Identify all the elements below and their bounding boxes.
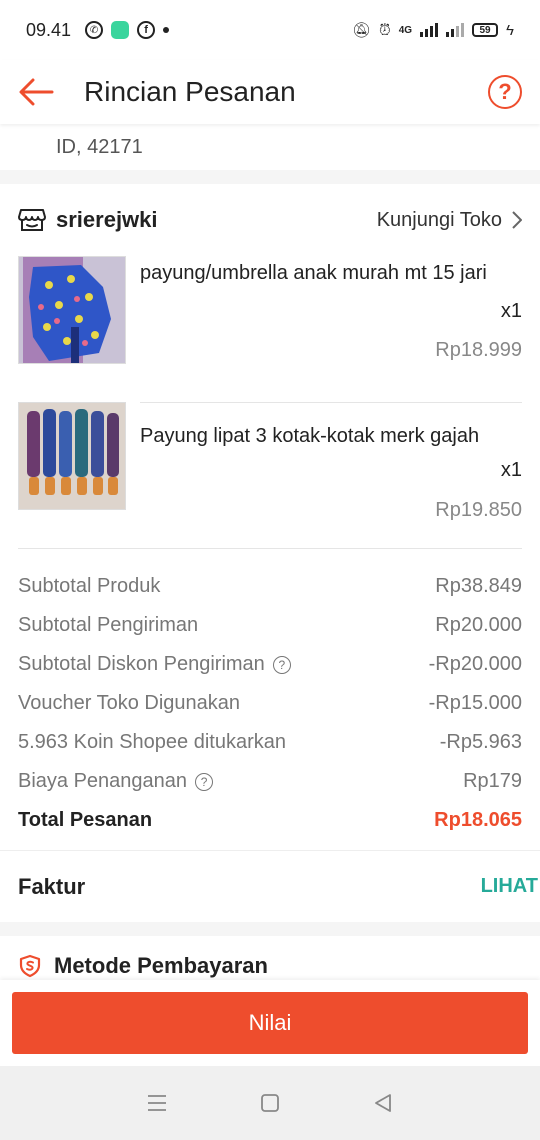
totals-row-value: -Rp5.963: [439, 731, 522, 753]
signal-2-icon: [446, 23, 465, 37]
info-question-icon[interactable]: ?: [195, 772, 214, 791]
app-header: Rincian Pesanan ?: [0, 60, 540, 124]
product-image: [18, 402, 126, 510]
chevron-right-icon: [512, 211, 522, 229]
product-item[interactable]: Payung lipat 3 kotak-kotak merk gajah x1…: [0, 402, 540, 548]
product-details: payung/umbrella anak murah mt 15 jari x1…: [140, 256, 522, 386]
product-details: Payung lipat 3 kotak-kotak merk gajah x1…: [140, 402, 522, 532]
shop-card: srierejwki Kunjungi Toko payung/umbrella…: [0, 184, 540, 850]
address-postal-line: ID, 42171: [56, 135, 143, 158]
mute-icon: 🔕︎: [351, 22, 371, 39]
order-total-value: Rp18.065: [434, 809, 522, 831]
page-title: Rincian Pesanan: [84, 76, 296, 107]
totals-row: Biaya Penanganan ? Rp179: [18, 762, 522, 801]
signal-icon: [420, 23, 439, 37]
system-back-button[interactable]: [363, 1083, 403, 1123]
order-total-label: Total Pesanan: [18, 809, 153, 831]
shop-name: srierejwki: [56, 207, 158, 232]
product-name: payung/umbrella anak murah mt 15 jari: [140, 262, 487, 284]
triangle-back-icon: [375, 1094, 392, 1112]
payment-method-section: Metode Pembayaran: [0, 936, 540, 980]
square-home-icon: [261, 1094, 279, 1112]
rate-button[interactable]: Nilai: [12, 992, 528, 1054]
status-bar: 09.41 ✆ f 🔕︎ ⏰︎ 4G 59 ϟ: [0, 0, 540, 60]
home-button[interactable]: [250, 1083, 290, 1123]
totals-row: Subtotal Pengiriman Rp20.000: [18, 606, 522, 645]
alarm-icon: ⏰︎: [379, 21, 391, 39]
order-total-row: Total Pesanan Rp18.065: [18, 801, 522, 840]
totals-row-label: Subtotal Produk: [18, 575, 161, 597]
product-item[interactable]: payung/umbrella anak murah mt 15 jari x1…: [0, 256, 540, 402]
totals-row-label: Voucher Toko Digunakan: [18, 692, 241, 714]
bottom-action-bar: Nilai: [0, 980, 540, 1066]
visit-shop-link[interactable]: Kunjungi Toko: [377, 209, 522, 232]
totals-row: 5.963 Koin Shopee ditukarkan -Rp5.963: [18, 723, 522, 762]
info-question-icon[interactable]: ?: [272, 655, 291, 674]
totals-row: Voucher Toko Digunakan -Rp15.000: [18, 684, 522, 723]
invoice-label: Faktur: [18, 873, 86, 899]
totals-row-value: Rp20.000: [435, 614, 522, 636]
totals-row-value: Rp38.849: [435, 575, 522, 597]
status-time: 09.41: [26, 19, 72, 40]
address-section: ID, 42171: [0, 124, 540, 170]
charging-icon: ϟ: [506, 21, 514, 39]
totals-row-label: Subtotal Pengiriman: [18, 614, 199, 636]
order-totals: Subtotal Produk Rp38.849 Subtotal Pengir…: [18, 548, 522, 850]
network-type-label: 4G: [398, 24, 413, 36]
app-notification-icon: [111, 21, 130, 39]
back-button[interactable]: [0, 60, 72, 124]
product-quantity: x1: [500, 300, 522, 322]
whatsapp-icon: ✆: [85, 21, 104, 39]
invoice-row: Faktur LIHAT: [0, 850, 540, 922]
arrow-left-icon: [19, 78, 54, 106]
totals-row-label: Biaya Penanganan: [18, 770, 188, 792]
product-name: Payung lipat 3 kotak-kotak merk gajah: [140, 425, 480, 447]
battery-icon: 59: [472, 23, 499, 37]
product-quantity: x1: [500, 459, 522, 481]
totals-row-value: Rp179: [463, 770, 522, 792]
totals-row: Subtotal Produk Rp38.849: [18, 567, 522, 606]
totals-row-value: -Rp15.000: [428, 692, 522, 714]
question-icon: ?: [498, 79, 512, 104]
product-image: [18, 256, 126, 364]
visit-shop-label: Kunjungi Toko: [376, 208, 502, 231]
product-price: Rp19.850: [435, 499, 522, 521]
product-price: Rp18.999: [435, 339, 522, 361]
totals-row: Subtotal Diskon Pengiriman ? -Rp20.000: [18, 645, 522, 684]
shop-header: srierejwki Kunjungi Toko: [0, 184, 540, 256]
order-details-content[interactable]: ID, 42171 srierejwki Kunjungi Toko payun…: [0, 124, 540, 980]
totals-row-value: -Rp20.000: [428, 653, 522, 675]
facebook-icon: f: [137, 21, 156, 39]
payment-method-title: Metode Pembayaran: [54, 953, 268, 978]
store-icon: [18, 209, 46, 231]
system-nav-bar: [0, 1066, 540, 1140]
totals-row-label: 5.963 Koin Shopee ditukarkan: [18, 731, 286, 753]
menu-lines-icon: [147, 1095, 166, 1111]
shield-icon: [19, 954, 41, 978]
more-notifications-dot-icon: [163, 27, 170, 33]
view-invoice-link[interactable]: LIHAT: [481, 875, 538, 898]
recent-apps-button[interactable]: [137, 1083, 177, 1123]
totals-row-label: Subtotal Diskon Pengiriman: [18, 653, 265, 675]
help-button[interactable]: ?: [488, 75, 522, 109]
